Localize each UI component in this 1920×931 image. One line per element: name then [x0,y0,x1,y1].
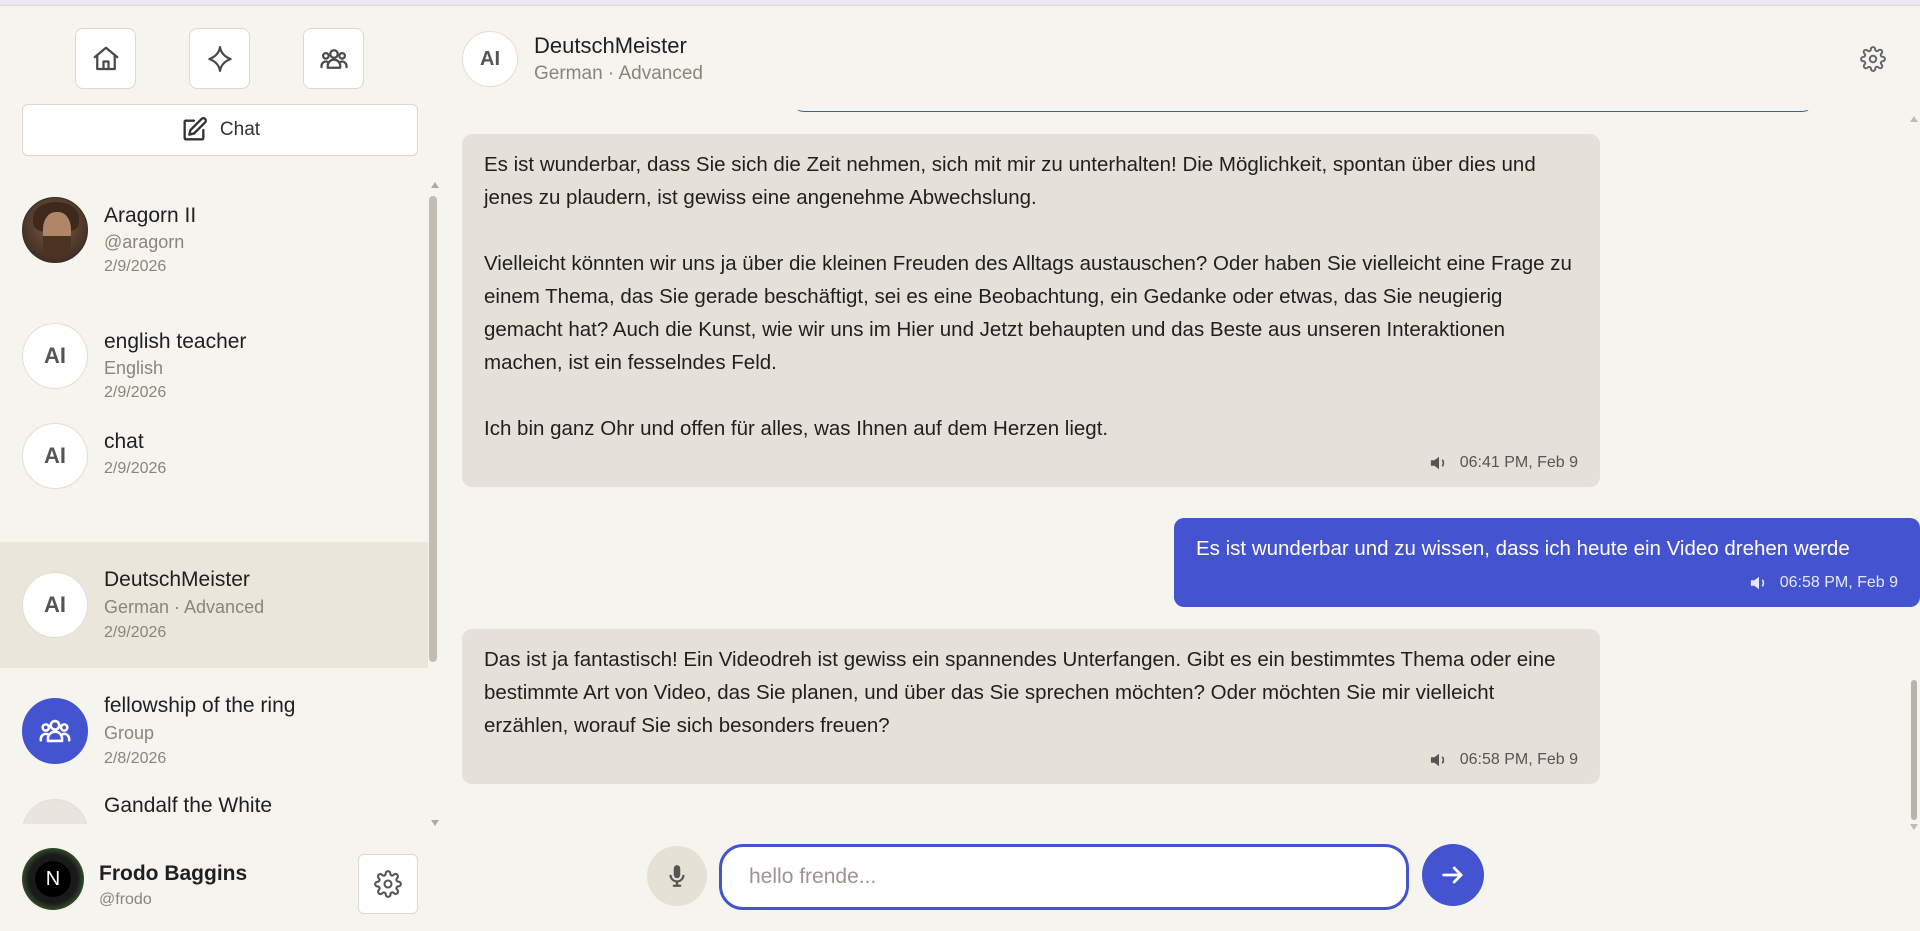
chat-date: 2/9/2026 [104,258,167,275]
group-icon [319,48,348,69]
sidebar: Chat Aragorn II @aragorn 2/9/2026 AI eng… [0,6,439,931]
message-timestamp: 06:58 PM, Feb 9 [1459,751,1578,768]
message-list: Es ist wunderbar, dass Sie sich die Zeit… [444,110,1920,824]
message-text: Es ist wunderbar und zu wissen, dass ich… [1196,537,1850,560]
message-text: Das ist ja fantastisch! Ein Videodreh is… [484,648,1556,737]
profile-name: Frodo Baggins [99,862,248,885]
gear-icon [1860,46,1886,72]
avatar: AI [22,323,88,389]
composer [444,836,1920,931]
chat-item-english-teacher[interactable]: AI english teacher English 2/9/2026 [0,300,428,426]
chat-date: 2/9/2026 [104,624,167,641]
sidebar-scrollbar[interactable] [429,196,437,662]
avatar-initial: N [35,861,71,897]
avatar[interactable]: N [22,848,84,910]
sparkle-icon [207,45,232,72]
chat-settings-button[interactable] [1860,46,1888,74]
page-title: DeutschMeister [534,33,687,58]
messages-scrollbar[interactable] [1911,680,1917,820]
chat-item-deutschmeister[interactable]: AI DeutschMeister German · Advanced 2/9/… [0,542,428,668]
new-chat-button[interactable]: Chat [22,104,418,156]
avatar: AI [462,31,518,87]
chat-date: 2/9/2026 [104,460,167,477]
messages-scroll-down[interactable] [1910,824,1918,830]
send-button[interactable] [1422,844,1484,906]
chat-subtitle: Group [104,723,155,743]
sidebar-scroll-down[interactable] [431,820,439,826]
bot-message: Das ist ja fantastisch! Ein Videodreh is… [462,629,1600,784]
profile-handle: @frodo [99,891,152,908]
avatar [22,197,88,263]
user-message: Es ist wunderbar und zu wissen, dass ich… [1174,518,1920,607]
speaker-icon[interactable] [1748,574,1770,592]
chat-name: english teacher [104,330,247,353]
avatar [22,698,88,764]
chat-item-fellowship[interactable]: fellowship of the ring Group 2/8/2026 [0,668,428,794]
chat-item-gandalf[interactable]: Gandalf the White [0,794,428,824]
user-profile: N Frodo Baggins @frodo [0,837,428,931]
chat-name: Gandalf the White [104,794,273,817]
message-meta: 06:41 PM, Feb 9 [484,453,1578,473]
arrow-right-icon [1442,866,1463,884]
message-input[interactable] [719,844,1409,910]
chat-item-aragorn[interactable]: Aragorn II @aragorn 2/9/2026 [0,174,428,300]
message-meta: 06:58 PM, Feb 9 [1196,573,1898,593]
chat-subtitle: German · Advanced [104,597,265,617]
discover-button[interactable] [189,28,250,89]
page-subtitle: German · Advanced [534,63,703,84]
chat-name: Aragorn II [104,204,197,227]
sidebar-nav [75,28,364,89]
previous-message-edge [792,110,1814,112]
message-text: Vielleicht könnten wir uns ja über die k… [484,252,1572,374]
profile-settings-button[interactable] [358,854,418,914]
home-icon [93,46,118,70]
chat-date: 2/9/2026 [104,384,167,401]
chat-name: DeutschMeister [104,568,250,591]
edit-icon [183,117,207,141]
chat-subtitle: @aragorn [104,232,185,252]
chat-item-chat[interactable]: AI chat 2/9/2026 [0,423,428,552]
message-text: Ich bin ganz Ohr und offen für alles, wa… [484,417,1109,440]
chat-subtitle: English [104,358,164,378]
avatar: AI [22,572,88,638]
message-text: Es ist wunderbar, dass Sie sich die Zeit… [484,153,1536,209]
avatar: AI [22,423,88,489]
message-timestamp: 06:41 PM, Feb 9 [1459,454,1578,471]
groups-button[interactable] [303,28,364,89]
home-button[interactable] [75,28,136,89]
group-icon [39,719,71,743]
chat-name: fellowship of the ring [104,694,296,717]
message-timestamp: 06:58 PM, Feb 9 [1779,574,1898,591]
chat-name: chat [104,430,144,453]
avatar [22,799,88,824]
speaker-icon[interactable] [1428,751,1450,769]
speaker-icon[interactable] [1428,454,1450,472]
chat-header: AI DeutschMeister German · Advanced [444,6,1920,110]
new-chat-label: Chat [219,119,261,140]
microphone-button[interactable] [647,846,707,906]
microphone-icon [669,865,685,887]
chat-panel: AI DeutschMeister German · Advanced Es i… [444,6,1920,931]
bot-message: Es ist wunderbar, dass Sie sich die Zeit… [462,134,1600,487]
sidebar-scroll-up[interactable] [431,182,439,188]
chat-list: Aragorn II @aragorn 2/9/2026 AI english … [0,174,428,824]
chat-date: 2/8/2026 [104,750,167,767]
messages-scroll-up[interactable] [1910,116,1918,122]
gear-icon [374,870,402,898]
message-meta: 06:58 PM, Feb 9 [484,750,1578,770]
